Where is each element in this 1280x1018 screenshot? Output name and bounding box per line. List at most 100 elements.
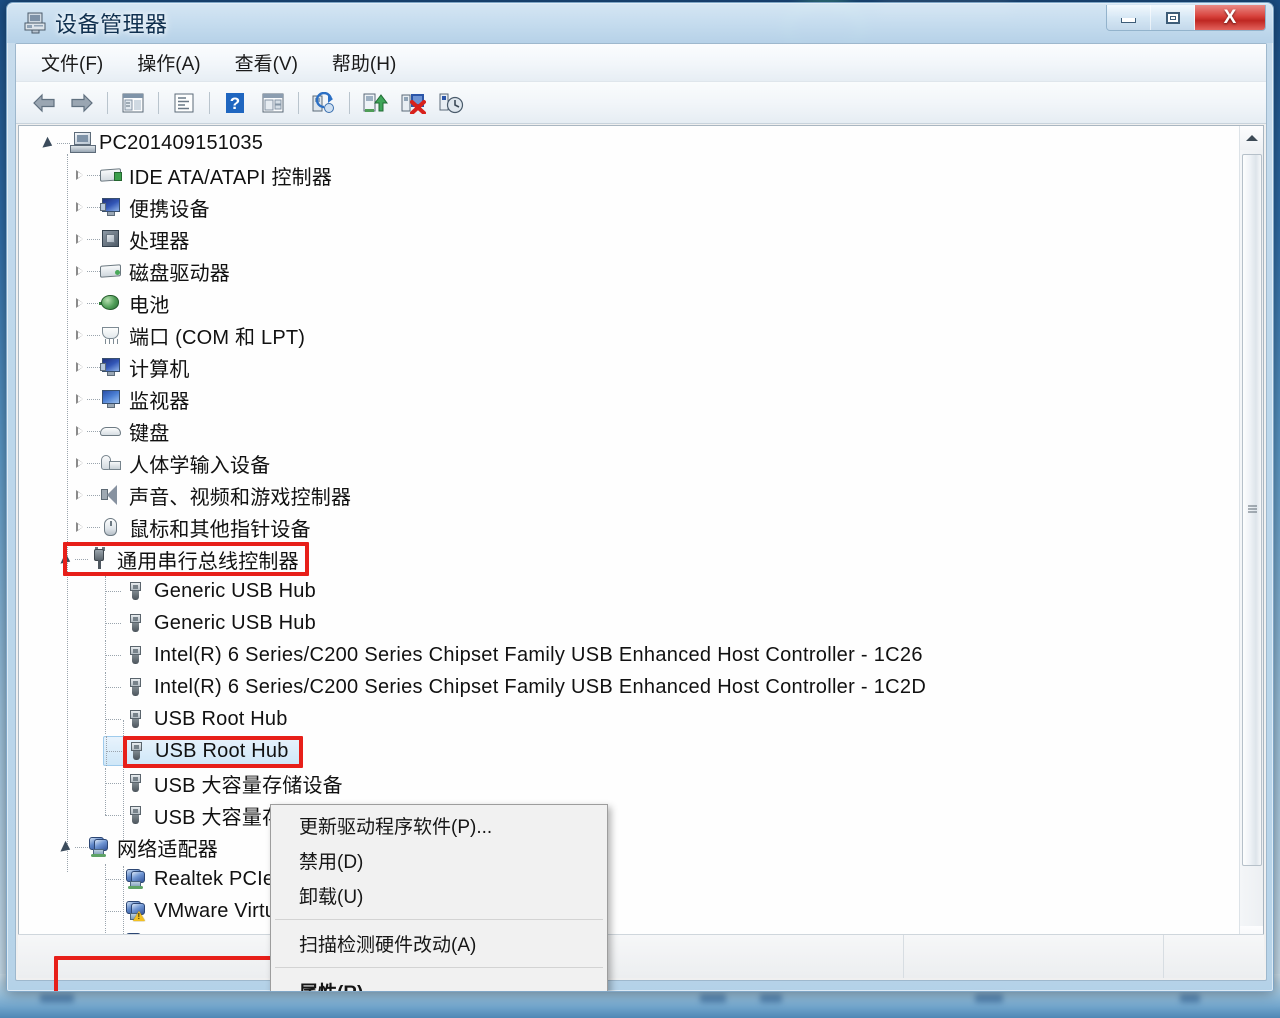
- tree-label: USB Root Hub: [155, 739, 289, 762]
- ctx-update-driver[interactable]: 更新驱动程序软件(P)...: [271, 808, 607, 843]
- expander-closed-icon[interactable]: [71, 327, 87, 343]
- hid-icon: [100, 453, 122, 473]
- properties-button[interactable]: [166, 87, 202, 119]
- uninstall-device-button[interactable]: [395, 87, 431, 119]
- expander-closed-icon[interactable]: [71, 391, 87, 407]
- device-manager-icon: [24, 12, 46, 34]
- tree-label: 声音、视频和游戏控制器: [129, 486, 352, 509]
- tree-row-ide-controller[interactable]: IDE ATA/ATAPI 控制器: [71, 160, 332, 190]
- back-button[interactable]: [26, 87, 62, 119]
- restore-icon: [1165, 11, 1180, 24]
- usb-device-icon: [126, 741, 148, 761]
- usb-controller-icon: [88, 547, 110, 569]
- tree-row-usb-root-hub-selected[interactable]: USB Root Hub: [103, 736, 300, 766]
- restore-button[interactable]: [1151, 5, 1195, 30]
- expander-closed-icon[interactable]: [71, 519, 87, 535]
- expander-open-icon[interactable]: [41, 135, 57, 152]
- ctx-properties[interactable]: 属性(R): [271, 974, 607, 991]
- expander-open-icon[interactable]: [59, 551, 75, 568]
- ctx-scan-hardware[interactable]: 扫描检测硬件改动(A): [271, 926, 607, 961]
- expander-closed-icon[interactable]: [71, 455, 87, 471]
- tree-row-intel-ehci-1c2d[interactable]: Intel(R) 6 Series/C200 Series Chipset Fa…: [103, 672, 926, 702]
- show-console-tree-icon: [122, 93, 144, 112]
- help-icon: ?: [226, 92, 244, 113]
- forward-button[interactable]: [64, 87, 100, 119]
- tree-label: Intel(R) 6 Series/C200 Series Chipset Fa…: [154, 643, 923, 666]
- toolbar-separator: [349, 91, 350, 114]
- warning-badge-icon: [133, 911, 145, 921]
- scroll-up-button[interactable]: [1240, 126, 1263, 150]
- scroll-thumb[interactable]: [1242, 154, 1262, 866]
- tree-connector: [57, 142, 70, 144]
- tree-label: 磁盘驱动器: [129, 262, 230, 285]
- tree-row-battery[interactable]: 电池: [71, 288, 169, 318]
- scan-hardware-changes-button[interactable]: [306, 87, 342, 119]
- tree-row-usb-root-hub-1[interactable]: USB Root Hub: [103, 704, 288, 734]
- expander-closed-icon[interactable]: [71, 231, 87, 247]
- close-icon: X: [1223, 7, 1237, 28]
- tree-connector: [87, 462, 100, 464]
- tree-row-generic-usb-hub-1[interactable]: Generic USB Hub: [103, 576, 316, 606]
- ctx-disable[interactable]: 禁用(D): [271, 843, 607, 878]
- device-manager-window: 设备管理器 X 文件(F) 操作(A) 查看(V) 帮助(H) ? PC2014…: [6, 2, 1274, 992]
- tree-connector: [87, 398, 100, 400]
- show-list-button[interactable]: [255, 87, 291, 119]
- tree-row-portable-device[interactable]: 便携设备: [71, 192, 210, 222]
- tree-row-processor[interactable]: 处理器: [71, 224, 190, 254]
- show-console-tree-button[interactable]: [115, 87, 151, 119]
- tree-row-disk-drive[interactable]: 磁盘驱动器: [71, 256, 230, 286]
- backdrop-taskbar-icons: [0, 994, 1280, 1010]
- tree-vertical-scrollbar[interactable]: [1239, 126, 1263, 950]
- tree-row-keyboard[interactable]: 键盘: [71, 416, 169, 446]
- tree-row-hid[interactable]: 人体学输入设备: [71, 448, 270, 478]
- tree-row-generic-usb-hub-2[interactable]: Generic USB Hub: [103, 608, 316, 638]
- mouse-icon: [100, 517, 122, 537]
- tree-label: 电池: [129, 294, 170, 317]
- network-adapter-icon: [125, 869, 147, 889]
- update-driver-button[interactable]: [357, 87, 393, 119]
- disable-device-button[interactable]: [433, 87, 469, 119]
- ctx-uninstall[interactable]: 卸载(U): [271, 878, 607, 913]
- tree-label: 通用串行总线控制器: [117, 550, 299, 573]
- status-panel-secondary: [904, 935, 1164, 978]
- expander-closed-icon[interactable]: [71, 423, 87, 439]
- menu-view[interactable]: 查看(V): [222, 46, 311, 79]
- minimize-button[interactable]: [1107, 5, 1151, 30]
- help-button[interactable]: ?: [217, 87, 253, 119]
- tree-connector: [103, 608, 125, 638]
- expander-closed-icon[interactable]: [71, 295, 87, 311]
- device-context-menu: 更新驱动程序软件(P)... 禁用(D) 卸载(U) 扫描检测硬件改动(A) 属…: [270, 804, 608, 991]
- tree-row-usb-controllers[interactable]: 通用串行总线控制器: [59, 544, 299, 574]
- tree-row-mouse[interactable]: 鼠标和其他指针设备: [71, 512, 311, 542]
- tree-row-root[interactable]: PC201409151035: [41, 128, 263, 158]
- expander-closed-icon[interactable]: [71, 263, 87, 279]
- disk-drive-icon: [100, 261, 122, 281]
- keyboard-icon: [100, 421, 122, 441]
- close-button[interactable]: X: [1195, 5, 1265, 30]
- menu-file[interactable]: 文件(F): [28, 46, 116, 79]
- tree-connector: [103, 864, 125, 894]
- expander-open-icon[interactable]: [59, 839, 75, 856]
- menu-help[interactable]: 帮助(H): [319, 46, 409, 79]
- tree-row-computer[interactable]: 计算机: [71, 352, 190, 382]
- device-tree-viewport: PC201409151035 IDE ATA/ATAPI 控制器 便携设备 处理…: [19, 126, 1239, 950]
- tree-row-sound-video-game[interactable]: 声音、视频和游戏控制器: [71, 480, 351, 510]
- usb-device-icon: [125, 805, 147, 825]
- portable-device-icon: [100, 197, 122, 217]
- tree-row-ports[interactable]: 端口 (COM 和 LPT): [71, 320, 305, 350]
- network-adapter-warning-icon: [125, 901, 147, 921]
- expander-closed-icon[interactable]: [71, 199, 87, 215]
- expander-closed-icon[interactable]: [71, 167, 87, 183]
- window-title-bar[interactable]: 设备管理器 X: [7, 3, 1273, 43]
- expander-closed-icon[interactable]: [71, 359, 87, 375]
- tree-row-network-adapters[interactable]: 网络适配器: [59, 832, 218, 862]
- tree-label: Generic USB Hub: [154, 579, 316, 602]
- expander-closed-icon[interactable]: [71, 487, 87, 503]
- tree-row-monitor[interactable]: 监视器: [71, 384, 190, 414]
- tree-row-usb-mass-storage-1[interactable]: USB 大容量存储设备: [103, 768, 343, 798]
- processor-icon: [100, 229, 122, 249]
- usb-device-icon: [125, 709, 147, 729]
- menu-action[interactable]: 操作(A): [124, 46, 213, 79]
- tree-row-intel-ehci-1c26[interactable]: Intel(R) 6 Series/C200 Series Chipset Fa…: [103, 640, 923, 670]
- tree-label: 鼠标和其他指针设备: [129, 518, 311, 541]
